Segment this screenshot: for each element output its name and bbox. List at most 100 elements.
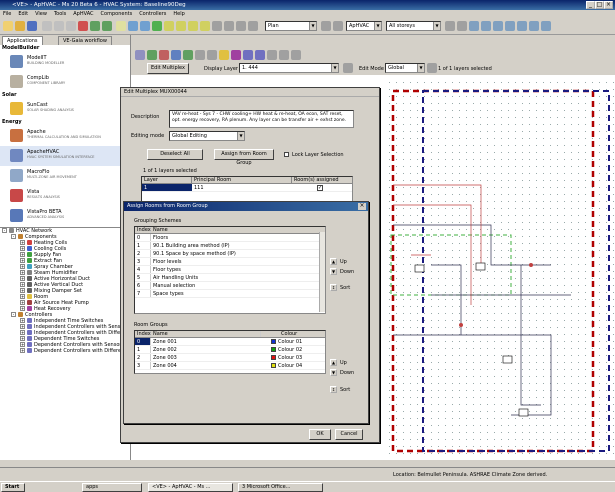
scheme-row[interactable]: 1 90.1 Building area method (IP) [135,242,325,250]
room-component-2[interactable] [475,262,486,271]
scheme-row[interactable]: 5 Air Handling Units [135,274,325,282]
expand-icon[interactable]: + [20,252,25,257]
copy-icon[interactable] [54,21,64,31]
expand-icon[interactable]: + [20,318,25,323]
delete-icon[interactable] [78,21,88,31]
room-group-row[interactable]: 2 Zone 003 Colour 03 [135,354,325,362]
expand-icon[interactable]: + [20,276,25,281]
snap-icon[interactable] [224,21,234,31]
settings-icon[interactable] [541,21,551,31]
app-complib[interactable]: CompLib COMPONENT LIBRARY [0,72,130,92]
new-icon[interactable] [3,21,13,31]
report-icon[interactable] [529,21,539,31]
app-macroflo[interactable]: MacroFlo MULTI-ZONE AIR MOVEMENT [0,166,130,186]
scheme-row[interactable]: 3 Floor levels [135,258,325,266]
scheme-row[interactable]: 6 Manual selection [135,282,325,290]
app-vistapro-beta[interactable]: VistaPro BETA ADVANCED ANALYSIS [0,206,130,226]
rotate-icon[interactable] [128,21,138,31]
down-arrow-icon[interactable]: ▼ [330,268,337,275]
menu-view[interactable]: View [35,10,47,18]
app-apachehvac[interactable]: ApacheHVAC HVAC SYSTEM SIMULATION INTERFA… [0,146,130,166]
collapse-icon[interactable]: - [11,312,16,317]
paste-icon[interactable] [66,21,76,31]
network-icon[interactable] [493,21,503,31]
storey-down-icon[interactable] [457,21,467,31]
zoom-window-icon[interactable] [200,21,210,31]
menu-help[interactable]: Help [173,10,184,18]
layer-row[interactable]: 1 111 ✓ [142,184,352,192]
application-select[interactable]: ApHVAC ▼ [346,21,382,31]
view-icon[interactable] [236,21,246,31]
up-arrow-icon[interactable]: ▲ [330,258,337,265]
tab-applications[interactable]: Applications [2,36,43,45]
tab-ve-gaia-workflow[interactable]: VE-Gaia workflow [58,36,112,45]
menu-file[interactable]: File [3,10,11,18]
multiplex-icon[interactable] [517,21,527,31]
sensor-node-2[interactable] [529,263,533,267]
taskbar-item-ve[interactable]: <VE> - ApHVAC - Ms ... [148,483,233,492]
schemes-scrollbar[interactable] [319,232,325,312]
collapse-icon[interactable]: - [11,234,16,239]
pan-icon[interactable] [152,21,162,31]
redo-icon[interactable] [102,21,112,31]
menu-tools[interactable]: Tools [54,10,66,18]
expand-icon[interactable]: + [20,324,25,329]
expand-icon[interactable]: + [20,330,25,335]
plan-mode-select[interactable]: Plan ▼ [265,21,317,31]
component-icon[interactable] [481,21,491,31]
layer-assigned-checkbox[interactable]: ✓ [292,184,352,191]
start-button[interactable]: Start [1,483,25,492]
app-suncast[interactable]: SunCast SOLAR SHADING ANALYSIS [0,99,130,119]
expand-icon[interactable]: + [20,342,25,347]
cut-icon[interactable] [42,21,52,31]
scheme-row[interactable]: 2 90.1 Space by space method (IP) [135,250,325,258]
app-vista[interactable]: Vista RESULTS ANALYSIS [0,186,130,206]
move-icon[interactable] [140,21,150,31]
zoom-fit-icon[interactable] [188,21,198,31]
menu-controllers[interactable]: Controllers [139,10,166,18]
tree-item[interactable]: + Dependent Controllers with Differentia [0,348,131,354]
elevation-icon[interactable] [333,21,343,31]
expand-icon[interactable]: + [20,306,25,311]
room-component-1[interactable] [414,264,425,273]
storeys-select[interactable]: All storeys ▼ [386,21,441,31]
expand-icon[interactable]: + [20,348,25,353]
scheme-row[interactable]: 7 Space types [135,290,325,298]
scheme-row[interactable]: 0 Floors [135,234,325,242]
expand-icon[interactable]: + [20,300,25,305]
expand-icon[interactable]: + [20,246,25,251]
close-icon[interactable]: × [358,203,366,210]
controller-icon[interactable] [505,21,515,31]
layer-icon[interactable] [248,21,258,31]
taskbar-item-office[interactable]: 3 Microsoft Office... [238,483,323,492]
deselect-all-button[interactable]: Deselect All [147,149,203,160]
expand-icon[interactable]: + [20,264,25,269]
room-component-4[interactable] [518,408,529,417]
save-icon[interactable] [27,21,37,31]
ok-button[interactable]: OK [309,429,331,440]
select-icon[interactable] [116,21,126,31]
up-arrow-icon[interactable]: ▲ [330,359,337,366]
zoom-in-icon[interactable] [164,21,174,31]
plan-icon[interactable] [321,21,331,31]
cancel-button[interactable]: Cancel [335,429,363,440]
expand-icon[interactable]: + [20,282,25,287]
expand-icon[interactable]: + [20,336,25,341]
room-group-row[interactable]: 3 Zone 004 Colour 04 [135,362,325,370]
collapse-icon[interactable]: - [2,228,7,233]
zoom-out-icon[interactable] [176,21,186,31]
room-group-row[interactable]: 1 Zone 002 Colour 02 [135,346,325,354]
maximize-icon[interactable]: □ [595,1,604,9]
app-apache[interactable]: Apache THERMAL CALCULATION AND SIMULATION [0,126,130,146]
room-group-row[interactable]: 0 Zone 001 Colour 01 [135,338,325,346]
down-arrow-icon[interactable]: ▼ [330,369,337,376]
storey-up-icon[interactable] [445,21,455,31]
room-component-3[interactable] [502,355,513,364]
expand-icon[interactable]: + [20,294,25,299]
model-icon[interactable] [469,21,479,31]
sort-icon[interactable]: ↕ [330,284,337,291]
taskbar-item-apps[interactable]: apps [82,483,142,492]
grid-icon[interactable] [212,21,222,31]
description-field[interactable]: VAV re-heat - Sys 7 - CHW cooling+ HW he… [169,110,354,128]
menu-components[interactable]: Components [101,10,133,18]
